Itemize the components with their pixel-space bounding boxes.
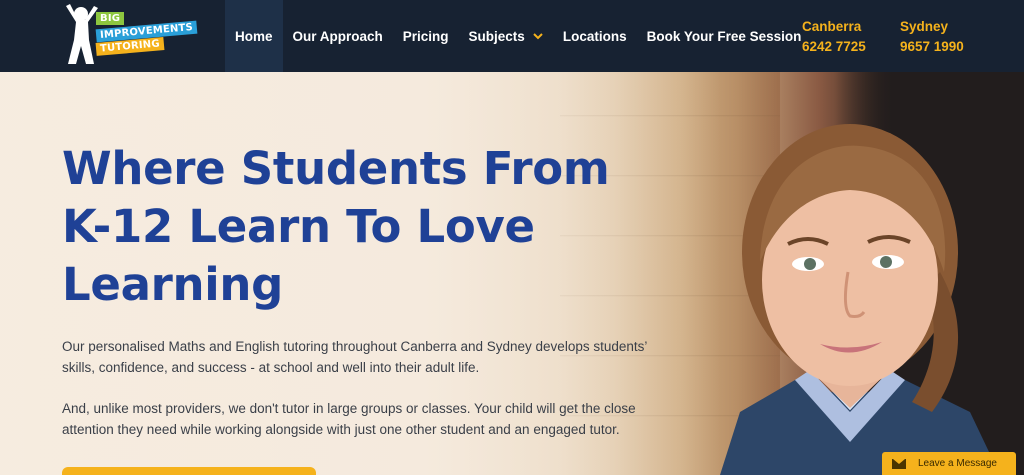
hero-section: Where Students From K-12 Learn To Love L…	[0, 72, 1024, 475]
logo-text-big: BIG	[96, 12, 125, 25]
student-portrait-image	[720, 124, 1000, 475]
nav-book-free-session[interactable]: Book Your Free Session	[637, 0, 812, 72]
envelope-icon	[892, 458, 906, 469]
nav-subjects-label: Subjects	[468, 28, 525, 44]
canberra-phone-link[interactable]: Canberra 6242 7725	[802, 17, 866, 57]
nav-locations[interactable]: Locations	[553, 0, 637, 72]
nav-pricing[interactable]: Pricing	[393, 0, 459, 72]
leave-a-message-label: Leave a Message	[918, 458, 997, 469]
hero-intro-paragraph: Our personalised Maths and English tutor…	[62, 339, 647, 375]
sydney-city-label: Sydney	[900, 19, 949, 34]
nav-pricing-label: Pricing	[402, 28, 449, 44]
big-improvements-tutoring-logo[interactable]: BIG IMPROVEMENTS TUTORING	[62, 4, 198, 68]
nav-our-approach[interactable]: Our Approach	[283, 0, 393, 72]
nav-home-label: Home	[235, 28, 273, 44]
nav-locations-label: Locations	[562, 28, 627, 44]
chevron-down-icon	[533, 32, 543, 39]
canberra-city-label: Canberra	[802, 19, 862, 34]
top-navigation: BIG IMPROVEMENTS TUTORING Home Our Appro…	[0, 0, 1024, 72]
sydney-phone-link[interactable]: Sydney 9657 1990	[900, 17, 964, 57]
nav-book-free-session-label: Book Your Free Session	[646, 28, 802, 44]
canberra-phone-number: 6242 7725	[802, 39, 866, 54]
hero-headline: Where Students From K-12 Learn To Love L…	[62, 142, 610, 311]
nav-home[interactable]: Home	[225, 0, 283, 72]
sydney-phone-number: 9657 1990	[900, 39, 964, 54]
leave-a-message-button[interactable]: Leave a Message	[882, 452, 1016, 475]
main-menu: Home Our Approach Pricing Subjects Locat…	[225, 0, 811, 72]
nav-subjects[interactable]: Subjects	[459, 0, 553, 72]
nav-our-approach-label: Our Approach	[292, 28, 383, 44]
hero-cta-button[interactable]	[62, 467, 316, 475]
hero-small-groups-paragraph: And, unlike most providers, we don't tut…	[62, 401, 636, 437]
